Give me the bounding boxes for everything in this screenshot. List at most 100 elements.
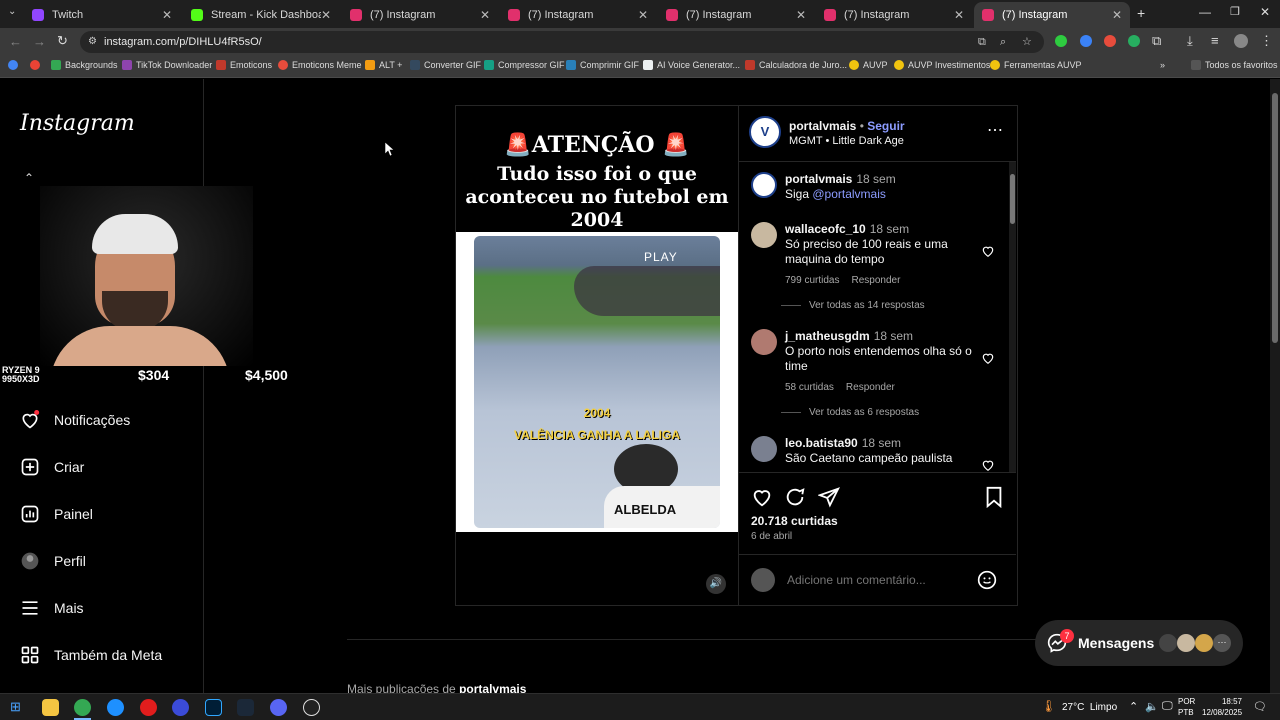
clock[interactable]: 18:57 12/08/2025 [1202, 696, 1242, 718]
mute-button[interactable]: 🔊 [706, 574, 726, 594]
bookmark-item[interactable]: AUVP Investimentos [894, 60, 990, 70]
notification-center-icon[interactable]: 🗨 [1253, 700, 1267, 713]
obs-icon[interactable] [303, 699, 320, 716]
comment-avatar[interactable] [751, 436, 777, 462]
close-window-icon[interactable]: ✕ [1260, 5, 1270, 19]
close-tab-icon[interactable]: ✕ [321, 8, 331, 22]
bookmark-item[interactable]: Comprimir GIF [566, 60, 639, 70]
close-tab-icon[interactable]: ✕ [954, 8, 964, 22]
profile-avatar-icon[interactable] [1234, 34, 1248, 48]
speaker-icon[interactable]: 🔈 [1145, 700, 1159, 713]
view-replies[interactable]: Ver todas as 14 respostas [781, 300, 980, 311]
discord-icon[interactable] [270, 699, 287, 716]
install-icon[interactable]: ⧉ [978, 31, 986, 53]
author-name[interactable]: portalvmais [789, 119, 856, 133]
extension-icon[interactable] [1080, 35, 1092, 47]
tab-instagram-3[interactable]: (7) Instagram ✕ [658, 2, 814, 28]
address-bar[interactable]: ⚙ instagram.com/p/DIHLU4fR5sO/ ⧉ ⌕ ☆ [80, 31, 1044, 53]
nav-criar[interactable]: Criar [20, 457, 84, 477]
windows-start-icon[interactable]: ⊞ [10, 699, 21, 715]
audio-label[interactable]: MGMT • Little Dark Age [789, 135, 904, 147]
google-icon[interactable] [30, 60, 44, 70]
chevron-up-icon[interactable]: ⌃ [24, 171, 34, 185]
comment-avatar[interactable] [751, 222, 777, 248]
page-scrollbar[interactable] [1270, 79, 1280, 693]
photoshop-icon[interactable] [205, 699, 222, 716]
extension-icon[interactable] [1104, 35, 1116, 47]
opera-icon[interactable] [140, 699, 157, 716]
download-icon[interactable]: ⤓ [1187, 33, 1193, 49]
bookmark-item[interactable]: Compressor GIF [484, 60, 565, 70]
steam-icon[interactable] [237, 699, 254, 716]
close-tab-icon[interactable]: ✕ [638, 8, 648, 22]
follow-button[interactable]: Seguir [867, 119, 904, 133]
vpn-icon[interactable] [172, 699, 189, 716]
forward-icon[interactable]: → [33, 34, 46, 49]
tab-twitch[interactable]: Twitch ✕ [24, 2, 180, 28]
comments-list[interactable]: portalvmais 18 sem Siga @portalvmais wall… [739, 162, 1016, 472]
language-indicator[interactable]: POR PTB [1178, 696, 1195, 718]
scrollbar-thumb[interactable] [1010, 174, 1015, 224]
reply-button[interactable]: Responder [846, 382, 895, 393]
caption-mention[interactable]: @portalvmais [812, 187, 886, 201]
reload-icon[interactable]: ↻ [57, 33, 68, 49]
comments-scrollbar[interactable] [1009, 162, 1016, 472]
zoom-icon[interactable]: ⌕ [1000, 31, 1006, 53]
close-tab-icon[interactable]: ✕ [1112, 8, 1122, 22]
extension-icon[interactable] [1055, 35, 1067, 47]
post-media[interactable]: 🚨ATENÇÃO 🚨 Tudo isso foi o que aconteceu… [456, 106, 738, 605]
more-options-icon[interactable]: ⋯ [987, 120, 1003, 140]
bookmark-item[interactable]: AUVP [849, 60, 888, 70]
more-posts-user[interactable]: portalvmais [459, 682, 526, 693]
extension-icon[interactable] [1128, 35, 1140, 47]
like-comment-icon[interactable] [981, 244, 995, 258]
browser-menu-icon[interactable]: ⋮ [1260, 33, 1273, 49]
nav-tambem-da-meta[interactable]: Também da Meta [20, 645, 162, 665]
bookmark-item[interactable]: Converter GIF [410, 60, 481, 70]
reply-button[interactable]: Responder [851, 275, 900, 286]
edge-icon[interactable] [107, 699, 124, 716]
bookmark-item[interactable]: Backgrounds [51, 60, 118, 70]
like-icon[interactable] [751, 486, 773, 508]
tray-chevron-icon[interactable]: ⌃ [1129, 700, 1138, 713]
file-explorer-icon[interactable] [42, 699, 59, 716]
page-scrollbar-thumb[interactable] [1272, 93, 1278, 343]
like-comment-icon[interactable] [981, 458, 995, 472]
weather-text[interactable]: 27°C Limpo [1062, 702, 1117, 713]
emoji-icon[interactable] [977, 570, 997, 590]
bookmark-item[interactable]: AI Voice Generator... [643, 60, 740, 70]
author-avatar[interactable]: V [749, 116, 781, 148]
comment-avatar[interactable] [751, 329, 777, 355]
bookmark-star-icon[interactable]: ☆ [1022, 31, 1032, 53]
comment-icon[interactable] [784, 486, 806, 508]
all-bookmarks[interactable]: Todos os favoritos [1191, 60, 1278, 70]
minimize-icon[interactable]: — [1199, 5, 1211, 19]
comment-user[interactable]: j_matheusgdm [785, 329, 870, 343]
back-icon[interactable]: ← [9, 34, 22, 49]
media-control-icon[interactable]: ≡ [1211, 33, 1219, 48]
close-tab-icon[interactable]: ✕ [796, 8, 806, 22]
video-frame[interactable]: PLAY 2004 VALÊNCIA GANHA A LALIGA ALBELD… [456, 232, 738, 532]
bookmark-item[interactable]: Emoticons Meme [278, 60, 362, 70]
bookmark-item[interactable]: Calculadora de Juro... [745, 60, 847, 70]
tab-instagram-1[interactable]: (7) Instagram ✕ [342, 2, 498, 28]
bookmark-item[interactable]: ALT + [365, 60, 402, 70]
close-tab-icon[interactable]: ✕ [480, 8, 490, 22]
comment-likes[interactable]: 58 curtidas [785, 382, 834, 393]
extensions-puzzle-icon[interactable]: ⧉ [1152, 33, 1161, 49]
nav-perfil[interactable]: Perfil [20, 551, 86, 571]
comment-input[interactable] [787, 570, 967, 590]
instagram-logo[interactable]: Instagram [20, 111, 135, 136]
new-tab-icon[interactable]: + [1137, 5, 1145, 21]
nav-notificacoes[interactable]: Notificações [20, 410, 130, 430]
tab-instagram-2[interactable]: (7) Instagram ✕ [500, 2, 656, 28]
chrome-icon[interactable] [74, 699, 91, 716]
bookmark-item[interactable]: Emoticons [216, 60, 272, 70]
nav-mais[interactable]: Mais [20, 598, 84, 618]
close-tab-icon[interactable]: ✕ [162, 8, 172, 22]
likes-count[interactable]: 20.718 curtidas [751, 514, 838, 528]
comment-user[interactable]: leo.batista90 [785, 436, 858, 450]
bookmark-item[interactable]: TikTok Downloader [122, 60, 212, 70]
network-icon[interactable]: 🖵 [1162, 700, 1173, 713]
tab-kick[interactable]: Stream - Kick Dashboard ✕ [183, 2, 339, 28]
